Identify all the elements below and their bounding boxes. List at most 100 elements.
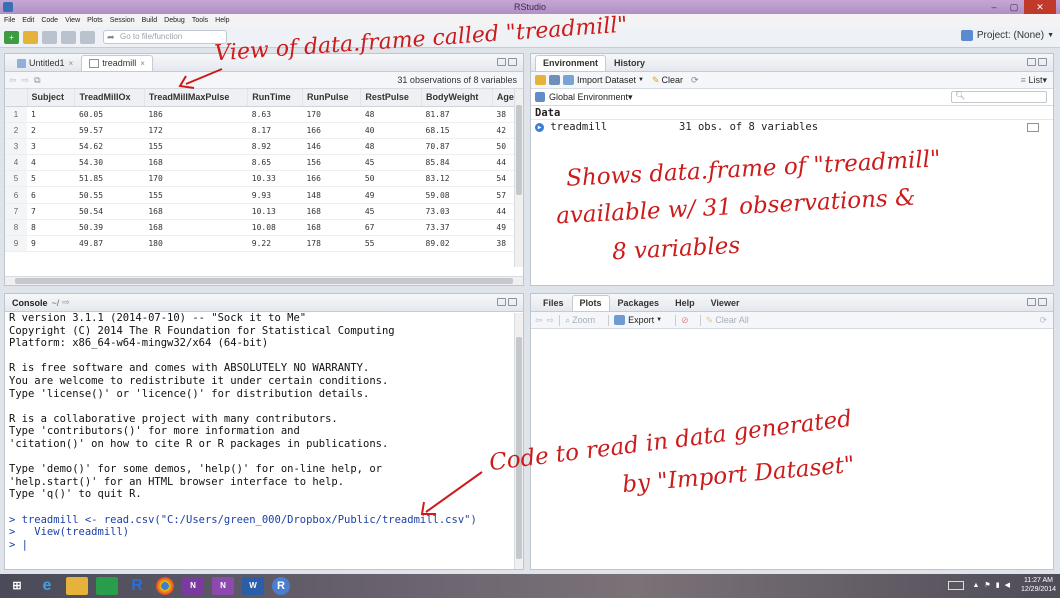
column-header[interactable]: TreadMillOx bbox=[74, 89, 145, 107]
menu-help[interactable]: Help bbox=[215, 17, 229, 24]
tab-files[interactable]: Files bbox=[535, 295, 572, 311]
view-mode-dropdown[interactable]: ≡ List▾ bbox=[1021, 75, 1047, 86]
menu-edit[interactable]: Edit bbox=[22, 17, 34, 24]
clear-workspace-button[interactable]: ✎ Clear bbox=[652, 75, 683, 86]
maximize-pane-icon[interactable] bbox=[508, 298, 517, 306]
save-icon[interactable] bbox=[42, 30, 57, 44]
column-header[interactable]: RunTime bbox=[247, 89, 303, 107]
console-output[interactable]: R version 3.1.1 (2014-07-10) -- "Sock it… bbox=[5, 312, 523, 568]
maximize-pane-icon[interactable] bbox=[1038, 58, 1047, 66]
flag-icon[interactable]: ⚑ bbox=[984, 581, 990, 589]
back-arrow-icon[interactable]: ⇦ bbox=[9, 75, 17, 86]
minimize-button[interactable]: – bbox=[984, 0, 1004, 14]
maximize-pane-icon[interactable] bbox=[1038, 298, 1047, 306]
r-app-icon[interactable]: R bbox=[126, 577, 148, 595]
horizontal-scrollbar[interactable] bbox=[5, 276, 523, 285]
menu-view[interactable]: View bbox=[65, 17, 80, 24]
table-row[interactable]: 8 8 50.39 168 10.08 168 67 73.37 49 bbox=[5, 219, 523, 237]
menu-debug[interactable]: Debug bbox=[164, 17, 185, 24]
column-header[interactable]: RestPulse bbox=[360, 89, 423, 107]
table-row[interactable]: 4 4 54.30 168 8.65 156 45 85.84 44 bbox=[5, 154, 523, 172]
menu-tools[interactable]: Tools bbox=[192, 17, 208, 24]
export-button[interactable]: Export ▼ bbox=[614, 315, 662, 325]
tray-chevron-icon[interactable]: ▲ bbox=[972, 582, 979, 589]
word-icon[interactable]: W bbox=[242, 577, 264, 595]
menu-build[interactable]: Build bbox=[142, 17, 158, 24]
tab-plots[interactable]: Plots bbox=[571, 295, 610, 311]
minimize-pane-icon[interactable] bbox=[1027, 298, 1036, 306]
table-row[interactable]: 9 9 49.87 180 9.22 178 55 89.02 38 bbox=[5, 235, 523, 253]
view-data-icon[interactable] bbox=[1027, 123, 1039, 132]
scrollbar-thumb[interactable] bbox=[516, 105, 522, 195]
tab-untitled1[interactable]: Untitled1 × bbox=[9, 55, 81, 71]
close-tab-icon[interactable]: × bbox=[140, 56, 145, 71]
internet-explorer-icon[interactable]: e bbox=[36, 577, 58, 595]
start-button[interactable]: ⊞ bbox=[6, 577, 28, 595]
tab-environment[interactable]: Environment bbox=[535, 55, 607, 71]
expand-icon[interactable]: ▶ bbox=[535, 122, 544, 132]
new-file-icon[interactable]: + bbox=[4, 30, 19, 44]
table-row[interactable]: 7 7 50.54 168 10.13 168 45 73.03 44 bbox=[5, 203, 523, 220]
tab-help[interactable]: Help bbox=[667, 295, 703, 311]
environment-item[interactable]: ▶ treadmill 31 obs. of 8 variables bbox=[531, 120, 1053, 135]
environment-search-input[interactable]: 🔍︎ bbox=[951, 91, 1047, 103]
column-header[interactable]: RunPulse bbox=[302, 89, 362, 107]
chrome-icon[interactable] bbox=[156, 577, 174, 595]
project-menu[interactable]: Project: (None) ▼ bbox=[960, 30, 1054, 41]
close-tab-icon[interactable]: × bbox=[69, 56, 74, 71]
refresh-icon[interactable]: ⟳ bbox=[1039, 315, 1047, 326]
menu-file[interactable]: File bbox=[4, 17, 15, 24]
column-header[interactable]: BodyWeight bbox=[421, 89, 493, 107]
minimize-pane-icon[interactable] bbox=[497, 58, 506, 66]
menu-code[interactable]: Code bbox=[41, 17, 58, 24]
open-project-icon[interactable] bbox=[23, 30, 38, 44]
minimize-pane-icon[interactable] bbox=[497, 298, 506, 306]
menu-session[interactable]: Session bbox=[110, 17, 135, 24]
table-row[interactable]: 2 2 59.57 172 8.17 166 40 68.15 42 bbox=[5, 122, 523, 139]
maximize-button[interactable]: ▢ bbox=[1004, 0, 1024, 14]
rstudio-taskbar-icon[interactable]: R bbox=[272, 577, 290, 595]
table-row[interactable]: 3 3 54.62 155 8.92 146 48 70.87 50 bbox=[5, 138, 523, 156]
file-explorer-icon[interactable] bbox=[66, 577, 88, 595]
tab-viewer[interactable]: Viewer bbox=[703, 295, 748, 311]
forward-arrow-icon[interactable]: ⇨ bbox=[547, 315, 555, 326]
onenote-alt-icon[interactable]: N bbox=[212, 577, 234, 595]
table-row[interactable]: 5 5 51.85 170 10.33 166 50 83.12 54 bbox=[5, 170, 523, 188]
print-icon[interactable] bbox=[80, 30, 95, 44]
keyboard-icon[interactable] bbox=[948, 580, 965, 590]
back-arrow-icon[interactable]: ⇦ bbox=[535, 315, 543, 326]
go-to-file-input[interactable]: Go to file/function bbox=[103, 30, 227, 44]
clock[interactable]: 11:27 AM 12/29/2014 bbox=[1021, 576, 1056, 594]
save-workspace-icon[interactable] bbox=[549, 75, 560, 85]
store-icon[interactable] bbox=[96, 577, 118, 595]
vertical-scrollbar[interactable] bbox=[514, 89, 523, 267]
tab-treadmill[interactable]: treadmill × bbox=[81, 55, 153, 71]
scrollbar-thumb[interactable] bbox=[15, 278, 513, 284]
popout-icon[interactable]: ⧉ bbox=[34, 75, 40, 86]
remove-plot-icon[interactable]: ⊘ bbox=[681, 315, 689, 326]
column-header[interactable] bbox=[5, 89, 28, 107]
close-button[interactable]: ✕ bbox=[1024, 0, 1056, 14]
volume-icon[interactable]: ◀ bbox=[1005, 581, 1010, 589]
refresh-icon[interactable]: ⟳ bbox=[691, 75, 699, 86]
go-to-directory-icon[interactable]: ⇨ bbox=[62, 297, 70, 308]
zoom-button[interactable]: ⌕ Zoom bbox=[565, 315, 595, 326]
table-row[interactable]: 6 6 50.55 155 9.93 148 49 59.08 57 bbox=[5, 186, 523, 204]
table-row[interactable]: 1 1 60.05 186 8.63 170 48 81.87 38 bbox=[5, 106, 523, 123]
onenote-icon[interactable]: N bbox=[182, 577, 204, 595]
menu-plots[interactable]: Plots bbox=[87, 17, 103, 24]
vertical-scrollbar[interactable] bbox=[514, 313, 523, 569]
network-icon[interactable]: ▮ bbox=[996, 581, 1000, 589]
clear-all-button[interactable]: ✎ Clear All bbox=[706, 315, 749, 326]
minimize-pane-icon[interactable] bbox=[1027, 58, 1036, 66]
forward-arrow-icon[interactable]: ⇨ bbox=[22, 75, 30, 86]
column-header[interactable]: Subject bbox=[27, 89, 76, 107]
tab-packages[interactable]: Packages bbox=[610, 295, 668, 311]
tab-history[interactable]: History bbox=[606, 55, 653, 71]
save-all-icon[interactable] bbox=[61, 30, 76, 44]
import-dataset-button[interactable]: Import Dataset ▼ bbox=[563, 75, 644, 85]
maximize-pane-icon[interactable] bbox=[508, 58, 517, 66]
load-workspace-icon[interactable] bbox=[535, 75, 546, 85]
scope-dropdown[interactable]: Global Environment▾ bbox=[549, 92, 633, 103]
column-header[interactable]: TreadMillMaxPulse bbox=[144, 89, 249, 107]
